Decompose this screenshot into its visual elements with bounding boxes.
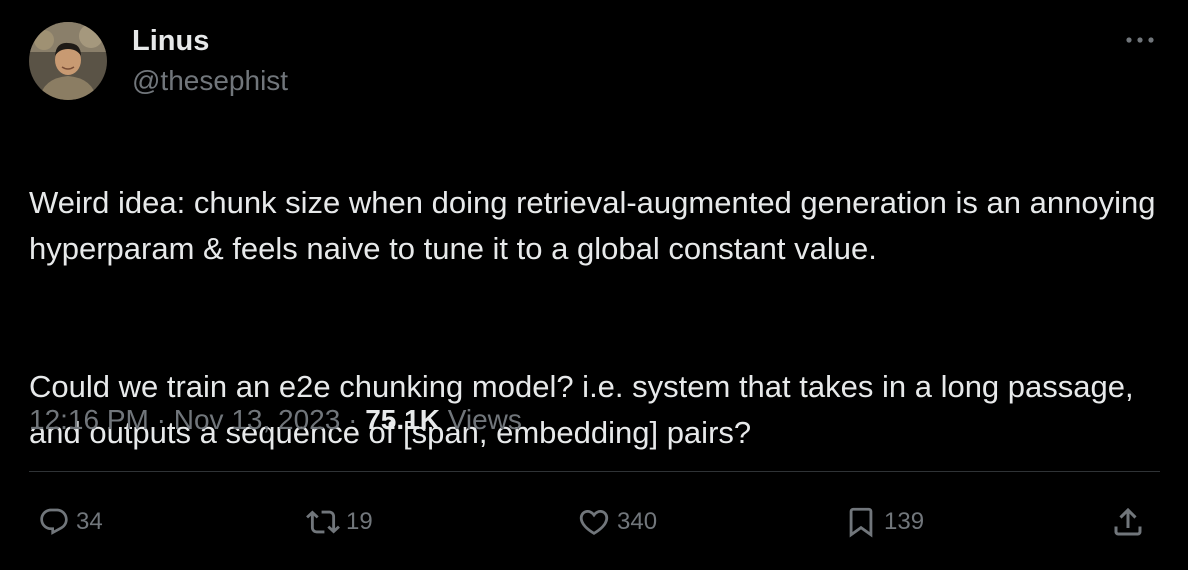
tweet-date[interactable]: Nov 13, 2023 (174, 404, 341, 435)
avatar[interactable] (29, 22, 107, 100)
reply-count: 34 (76, 508, 103, 535)
tweet-time[interactable]: 12:16 PM (29, 404, 149, 435)
divider (29, 471, 1160, 472)
author-name[interactable]: Linus (132, 24, 209, 58)
like-button[interactable]: 340 (577, 502, 657, 542)
more-options-button[interactable] (1122, 28, 1158, 52)
retweet-button[interactable]: 19 (306, 502, 373, 542)
like-count: 340 (617, 508, 658, 535)
tweet-text: Weird idea: chunk size when doing retrie… (29, 134, 1169, 502)
bookmark-button[interactable]: 139 (844, 502, 924, 542)
author-handle[interactable]: @thesephist (132, 64, 288, 98)
ellipsis-icon (1126, 37, 1154, 43)
meta-separator: · (156, 404, 166, 435)
reply-icon (40, 508, 68, 535)
tweet-card: Linus @thesephist Weird idea: chunk size… (0, 0, 1188, 570)
share-icon (1114, 507, 1142, 536)
retweet-count: 19 (346, 508, 373, 535)
heart-icon (579, 509, 609, 535)
views-count[interactable]: 75.1K (365, 404, 440, 435)
tweet-meta: 12:16 PM · Nov 13, 2023 · 75.1K Views (29, 402, 522, 438)
profile-photo-icon (29, 22, 107, 100)
bookmark-count: 139 (884, 508, 925, 535)
retweet-icon (306, 510, 340, 534)
reply-button[interactable]: 34 (38, 502, 103, 542)
bookmark-icon (849, 507, 873, 538)
share-button[interactable] (1110, 502, 1146, 542)
views-label[interactable]: Views (448, 404, 522, 435)
meta-separator: · (348, 404, 358, 435)
tweet-paragraph: Weird idea: chunk size when doing retrie… (29, 185, 1156, 266)
